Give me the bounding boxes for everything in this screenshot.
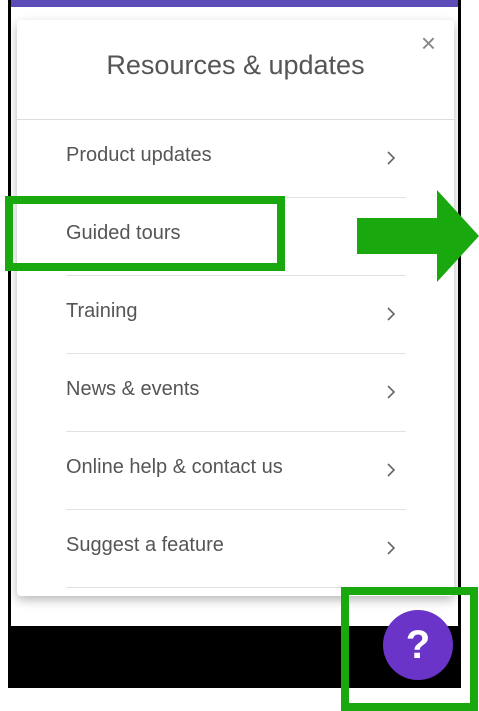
menu-item-product-updates[interactable]: Product updates — [66, 120, 406, 198]
menu-item-label: News & events — [66, 378, 200, 400]
chevron-right-icon — [387, 541, 396, 555]
chevron-right-icon — [387, 151, 396, 165]
app-frame: × Resources & updates Product updates Gu… — [8, 0, 461, 688]
menu-item-label: Online help & contact us — [66, 456, 283, 478]
resources-menu: Product updates Guided tours Training Ne… — [66, 120, 406, 588]
menu-item-label: Product updates — [66, 144, 212, 166]
app-window: × Resources & updates Product updates Gu… — [11, 0, 458, 626]
menu-item-news-events[interactable]: News & events — [66, 354, 406, 432]
menu-item-label: Training — [66, 300, 138, 322]
resources-panel: × Resources & updates Product updates Gu… — [17, 20, 454, 596]
menu-item-suggest-feature[interactable]: Suggest a feature — [66, 510, 406, 588]
panel-title: Resources & updates — [106, 50, 365, 80]
chevron-right-icon — [387, 385, 396, 399]
help-button-highlight — [341, 587, 478, 711]
chevron-right-icon — [387, 463, 396, 477]
green-arrow-icon — [357, 190, 479, 282]
top-bar — [11, 0, 458, 7]
menu-item-online-help[interactable]: Online help & contact us — [66, 432, 406, 510]
chevron-right-icon — [387, 307, 396, 321]
menu-item-training[interactable]: Training — [66, 276, 406, 354]
menu-item-label: Suggest a feature — [66, 534, 224, 556]
guided-tours-highlight — [5, 196, 285, 271]
